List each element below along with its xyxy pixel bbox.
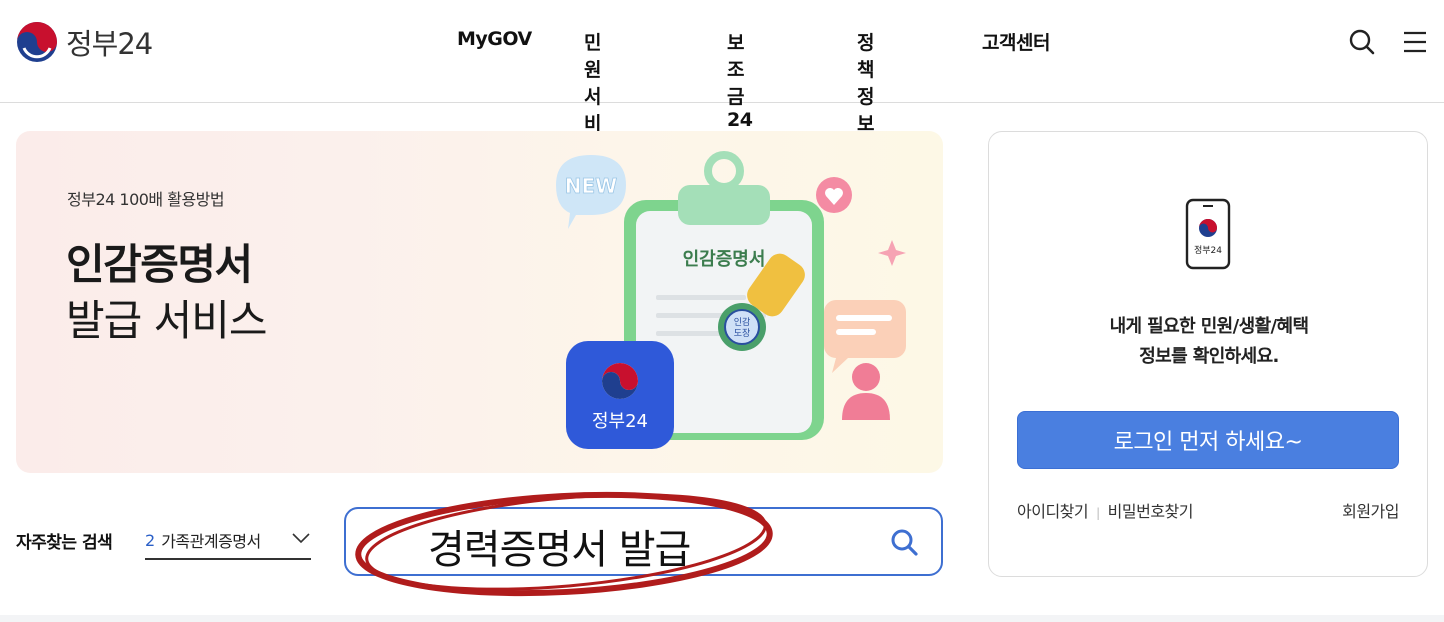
banner-title-regular: 발급 서비스 — [66, 296, 268, 345]
find-password-link[interactable]: 비밀번호찾기 — [1108, 502, 1194, 521]
main-search-field[interactable]: 경력증명서 발급 — [344, 507, 943, 576]
stamp-text-1: 인감 — [734, 316, 751, 328]
chat-bubble-icon — [824, 300, 906, 373]
frequent-search-label: 자주찾는 검색 — [16, 533, 113, 553]
search-query-text: 경력증명서 발급 — [428, 527, 691, 573]
new-bubble-icon: NEW — [556, 155, 626, 229]
gov24-app-icon: 정부24 — [566, 341, 674, 449]
nav-subsidy24[interactable]: 보조금24 — [727, 28, 753, 131]
clipboard-title: 인감증명서 — [683, 249, 766, 270]
banner-subtitle: 정부24 100배 활용방법 — [67, 190, 225, 209]
phone-label: 정부24 — [1194, 245, 1222, 256]
nav-policy-info[interactable]: 정책정보 — [857, 28, 874, 136]
logo-text: 정부24 — [66, 27, 153, 61]
new-badge-text: NEW — [565, 174, 617, 198]
stamp-text-2: 도장 — [734, 328, 751, 339]
login-button[interactable]: 로그인 먼저 하세요~ — [1017, 411, 1399, 469]
frequent-search-rank: 2 — [145, 530, 156, 550]
mobile-phone-icon: 정부24 — [1185, 198, 1231, 270]
taegeuk-logo-icon — [17, 22, 57, 62]
app-label: 정부24 — [592, 411, 648, 432]
hamburger-menu-icon[interactable] — [1401, 28, 1429, 56]
find-id-link[interactable]: 아이디찾기 — [1017, 502, 1089, 521]
site-logo[interactable]: 정부24 — [16, 21, 153, 63]
heart-bubble-icon — [816, 177, 852, 213]
search-button-icon[interactable] — [889, 527, 919, 557]
login-message-line2: 정보를 확인하세요. — [1139, 346, 1279, 367]
login-message-line1: 내게 필요한 민원/생활/혜택 — [1109, 316, 1309, 337]
nav-mygov[interactable]: MyGOV — [457, 28, 532, 50]
search-icon[interactable] — [1348, 28, 1376, 56]
link-separator: | — [1096, 506, 1100, 520]
signup-link[interactable]: 회원가입 — [1342, 498, 1399, 522]
sparkle-icon — [878, 240, 906, 266]
person-icon — [842, 363, 890, 420]
frequent-search-dropdown[interactable]: 2 가족관계증명서 — [145, 522, 311, 560]
login-panel: 정부24 내게 필요한 민원/생활/혜택 정보를 확인하세요. 로그인 먼저 하… — [988, 131, 1428, 577]
promo-banner[interactable]: 정부24 100배 활용방법 인감증명서 발급 서비스 NEW 인감증명서 인감… — [16, 131, 943, 473]
account-links: 아이디찾기 | 비밀번호찾기 회원가입 — [1017, 498, 1399, 522]
certificate-illustration: NEW 인감증명서 인감 도장 정부24 — [556, 151, 906, 449]
nav-customer-center[interactable]: 고객센터 — [982, 28, 1102, 55]
banner-title-bold: 인감증명서 — [66, 240, 253, 289]
chevron-down-icon — [292, 533, 310, 544]
top-header: 정부24 MyGOV 민원서비스 보조금24 정책정보 고객센터 — [0, 0, 1444, 162]
section-divider — [0, 615, 1444, 622]
frequent-search-item: 가족관계증명서 — [161, 532, 261, 551]
